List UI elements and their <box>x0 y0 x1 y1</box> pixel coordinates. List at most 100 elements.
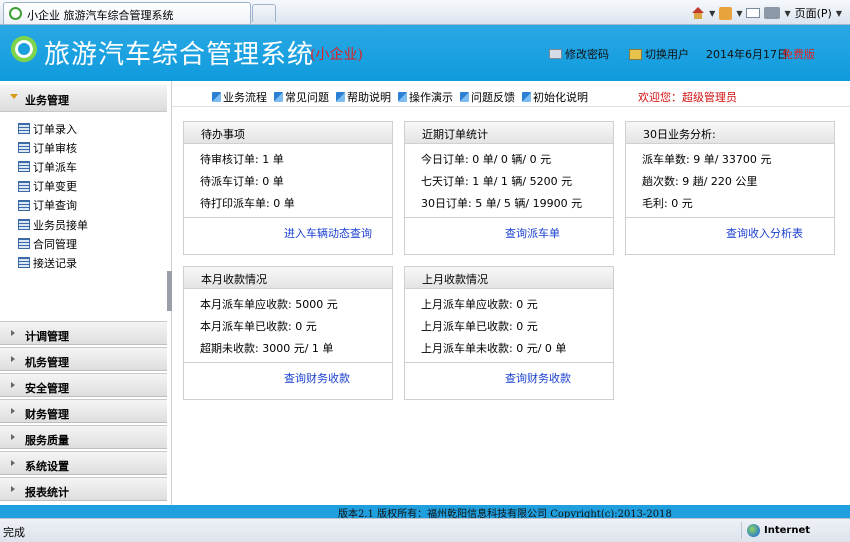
gross-profit: 毛利: 0 元 <box>642 197 693 210</box>
sidebar-item-order-change[interactable]: 订单变更 <box>18 177 88 196</box>
chevron-right-icon <box>11 330 15 336</box>
chevron-down-icon[interactable]: ▼ <box>736 9 742 18</box>
sidebar-item-label: 订单录入 <box>33 122 77 136</box>
this-month-received: 本月派车单已收款: 0 元 <box>200 320 317 333</box>
chevron-right-icon <box>11 434 15 440</box>
nav-label: 常见问题 <box>285 91 329 104</box>
sidebar-item-order-entry[interactable]: 订单录入 <box>18 119 88 138</box>
app-header: 旅游汽车综合管理系统 (小企业) 修改密码 切换用户 2014年6月17日 免费… <box>0 25 850 81</box>
pending-review-orders: 待审核订单: 1 单 <box>200 153 284 166</box>
divider <box>184 362 392 363</box>
welcome-text: 欢迎您：超级管理员 <box>638 91 737 104</box>
sidebar-section-label: 服务质量 <box>25 434 69 447</box>
panel-last-month-receipts: 上月收款情况 上月派车单应收款: 0 元 上月派车单已收款: 0 元 上月派车单… <box>404 266 614 400</box>
print-button[interactable] <box>764 5 781 21</box>
flag-icon <box>336 92 345 102</box>
sidebar-item-label: 接送记录 <box>33 256 77 270</box>
divider <box>405 217 613 218</box>
sidebar-section-maintenance[interactable]: 机务管理 <box>0 347 167 371</box>
nav-label: 问题反馈 <box>471 91 515 104</box>
sidebar-item-order-review[interactable]: 订单审核 <box>18 138 88 157</box>
chevron-right-icon <box>11 408 15 414</box>
nav-demo[interactable]: 操作演示 <box>398 89 453 105</box>
sidebar-section-settings[interactable]: 系统设置 <box>0 451 167 475</box>
sidebar-item-order-dispatch[interactable]: 订单派车 <box>18 157 88 176</box>
panel-header: 本月收款情况 <box>184 267 392 289</box>
sidebar-section-planning[interactable]: 计调管理 <box>0 321 167 345</box>
panel-title: 上月收款情况 <box>422 273 488 286</box>
nav-init-guide[interactable]: 初始化说明 <box>522 89 588 105</box>
table-icon <box>18 199 30 211</box>
help-nav-bar: 业务流程 常见问题 帮助说明 操作演示 问题反馈 初始化说明 欢迎您：超级管理员 <box>172 85 850 107</box>
last-month-unreceived: 上月派车单未收款: 0 元/ 0 单 <box>421 342 567 355</box>
today-orders: 今日订单: 0 单/ 0 辆/ 0 元 <box>421 153 552 166</box>
sidebar-section-service-quality[interactable]: 服务质量 <box>0 425 167 449</box>
chevron-down-icon[interactable]: ▼ <box>836 9 842 18</box>
finance-receipts-link[interactable]: 查询财务收款 <box>284 370 350 386</box>
browser-tab[interactable]: 小企业 旅游汽车综合管理系统 <box>3 2 251 24</box>
sidebar-item-salesman-orders[interactable]: 业务员接单 <box>18 215 88 234</box>
switch-user-link[interactable]: 切换用户 <box>629 46 689 62</box>
change-password-label: 修改密码 <box>565 48 609 61</box>
page-menu-button[interactable]: 页面(P) <box>795 5 832 21</box>
sidebar-item-order-query[interactable]: 订单查询 <box>18 196 88 215</box>
finance-receipts-link[interactable]: 查询财务收款 <box>505 370 571 386</box>
home-icon <box>691 6 705 20</box>
divider <box>626 217 834 218</box>
app-title: 旅游汽车综合管理系统 <box>44 40 315 70</box>
this-month-receivable: 本月派车单应收款: 5000 元 <box>200 298 338 311</box>
current-date: 2014年6月17日 <box>706 48 788 61</box>
switch-user-label: 切换用户 <box>645 48 689 61</box>
overdue-unreceived: 超期未收款: 3000 元/ 1 单 <box>200 342 334 355</box>
sidebar-section-finance[interactable]: 财务管理 <box>0 399 167 423</box>
chevron-down-icon[interactable]: ▼ <box>784 9 790 18</box>
home-button[interactable] <box>691 5 705 21</box>
nav-feedback[interactable]: 问题反馈 <box>460 89 515 105</box>
flag-icon <box>522 92 531 102</box>
sidebar-section-safety[interactable]: 安全管理 <box>0 373 167 397</box>
printer-icon <box>764 7 781 19</box>
mail-button[interactable] <box>746 5 761 21</box>
last-month-receivable: 上月派车单应收款: 0 元 <box>421 298 538 311</box>
feeds-button[interactable] <box>719 5 733 21</box>
sidebar: 业务管理 订单录入 订单审核 订单派车 订单变更 订单查询 业务员接单 合同管理… <box>0 81 172 505</box>
pending-dispatch-orders: 待派车订单: 0 单 <box>200 175 284 188</box>
chevron-right-icon <box>11 356 15 362</box>
dispatch-query-link[interactable]: 查询派车单 <box>505 225 560 241</box>
chevron-down-icon[interactable]: ▼ <box>709 9 715 18</box>
change-password-link[interactable]: 修改密码 <box>549 46 609 62</box>
new-tab-button[interactable] <box>252 4 276 22</box>
vehicle-status-link[interactable]: 进入车辆动态查询 <box>284 225 372 241</box>
nav-label: 业务流程 <box>223 91 267 104</box>
pending-print-dispatch: 待打印派车单: 0 单 <box>200 197 295 210</box>
security-zone[interactable]: Internet <box>741 522 810 539</box>
sidebar-menu: 订单录入 订单审核 订单派车 订单变更 订单查询 业务员接单 合同管理 接送记录 <box>18 119 88 273</box>
nav-business-flow[interactable]: 业务流程 <box>212 89 267 105</box>
sidebar-item-label: 合同管理 <box>33 237 77 251</box>
table-icon <box>18 142 30 154</box>
divider <box>184 217 392 218</box>
keyboard-icon <box>549 49 562 59</box>
panel-analysis: 30日业务分析: 派车单数: 9 单/ 33700 元 趟次数: 9 趟/ 22… <box>625 121 835 255</box>
income-analysis-link[interactable]: 查询收入分析表 <box>726 225 803 241</box>
sidebar-item-transfer-records[interactable]: 接送记录 <box>18 253 88 272</box>
nav-faq[interactable]: 常见问题 <box>274 89 329 105</box>
sidebar-scrollbar[interactable] <box>167 271 172 311</box>
sidebar-item-contracts[interactable]: 合同管理 <box>18 234 88 253</box>
table-icon <box>18 161 30 173</box>
table-icon <box>18 257 30 269</box>
logo-icon <box>11 36 37 62</box>
last-month-received: 上月派车单已收款: 0 元 <box>421 320 538 333</box>
sidebar-section-reports[interactable]: 报表统计 <box>0 477 167 501</box>
status-text: 完成 <box>3 526 25 539</box>
panel-header: 待办事项 <box>184 122 392 144</box>
sidebar-item-label: 业务员接单 <box>33 218 88 232</box>
panel-header: 近期订单统计 <box>405 122 613 144</box>
nav-help[interactable]: 帮助说明 <box>336 89 391 105</box>
sidebar-section-business[interactable]: 业务管理 <box>0 85 167 112</box>
globe-icon <box>747 524 760 537</box>
sidebar-section-label: 系统设置 <box>25 460 69 473</box>
panel-this-month-receipts: 本月收款情况 本月派车单应收款: 5000 元 本月派车单已收款: 0 元 超期… <box>183 266 393 400</box>
dispatch-count: 派车单数: 9 单/ 33700 元 <box>642 153 772 166</box>
app-subtitle: (小企业) <box>310 47 363 63</box>
